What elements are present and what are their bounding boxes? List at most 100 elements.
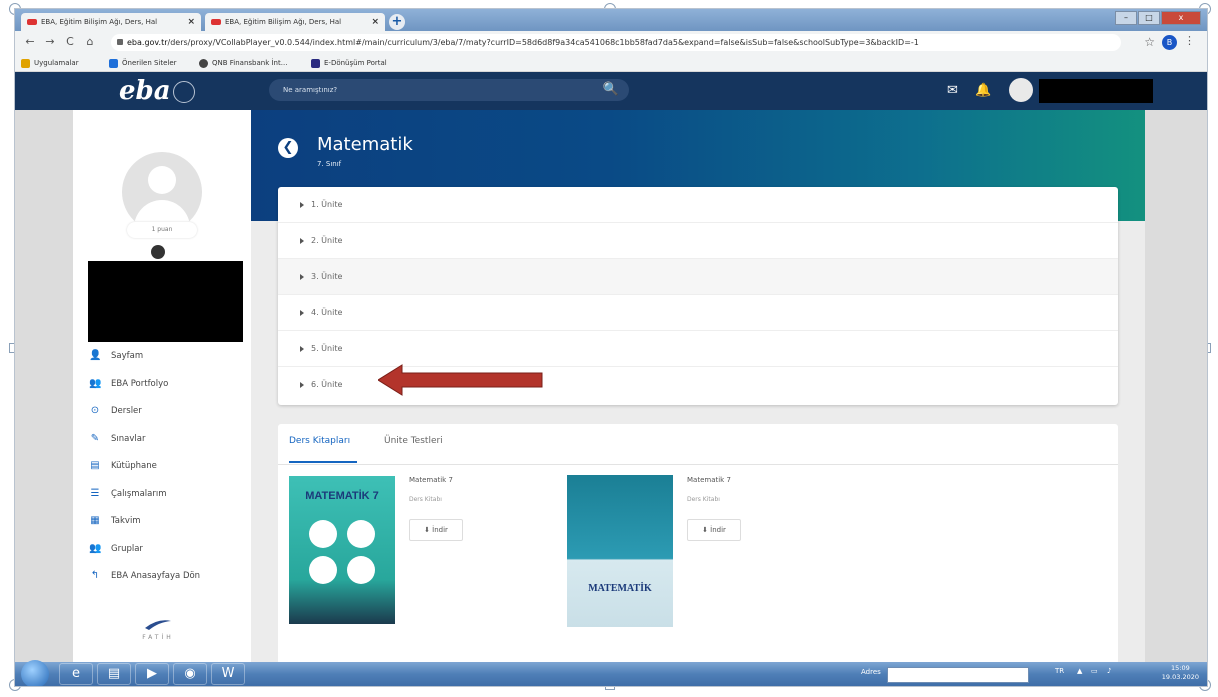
- sidebar-item-dersler[interactable]: ⊙ Dersler: [89, 402, 249, 430]
- tab-unite-testleri[interactable]: Ünite Testleri: [384, 436, 443, 446]
- sidebar-item-gruplar[interactable]: 👥 Gruplar: [89, 540, 249, 568]
- new-tab-button[interactable]: +: [389, 14, 405, 30]
- reload-icon[interactable]: C: [63, 35, 77, 48]
- e-donusum-icon: [311, 58, 320, 68]
- search-placeholder: Ne aramıştınız?: [283, 86, 338, 94]
- fatih-swoosh-icon: [145, 620, 171, 630]
- level-badge-icon: [151, 245, 165, 259]
- redacted-username: [1039, 79, 1153, 103]
- windows-taskbar: e ▤ ▶ ◉ W Adres TR ▲ ▭ ♪ 15:09 19.03.202…: [15, 660, 1207, 686]
- tab-title: EBA, Eğitim Bilişim Ağı, Ders, Hal: [41, 18, 158, 26]
- unit-item-3[interactable]: 3. Ünite: [278, 259, 1118, 295]
- unit-item-2[interactable]: 2. Ünite: [278, 223, 1118, 259]
- download-button[interactable]: ⬇ İndir: [409, 519, 463, 541]
- home-icon[interactable]: ⌂: [83, 35, 97, 48]
- unit-label: 5. Ünite: [311, 344, 343, 353]
- book-type: Ders Kitabı: [409, 496, 442, 503]
- search-input[interactable]: Ne aramıştınız? 🔍: [269, 79, 629, 101]
- active-tab-indicator: [289, 461, 357, 463]
- cover-shape: [347, 556, 375, 584]
- bookmark-star-icon[interactable]: ☆: [1144, 35, 1155, 49]
- sidebar-item-sayfam[interactable]: 👤 Sayfam: [89, 347, 249, 375]
- sidebar-item-calismalarim[interactable]: ☰ Çalışmalarım: [89, 485, 249, 513]
- unit-item-5[interactable]: 5. Ünite: [278, 331, 1118, 367]
- close-window-button[interactable]: x: [1161, 11, 1201, 25]
- mail-icon[interactable]: ✉: [947, 83, 958, 98]
- cover-title: MATEMATİK 7: [305, 490, 379, 502]
- close-tab-icon[interactable]: ×: [187, 13, 195, 31]
- bookmark-suggested-sites[interactable]: Önerilen Siteler: [109, 55, 177, 71]
- cover-shape: [347, 520, 375, 548]
- calendar-icon: ▦: [90, 515, 100, 526]
- address-toolbar-input[interactable]: [887, 667, 1029, 683]
- unit-item-4[interactable]: 4. Ünite: [278, 295, 1118, 331]
- caret-right-icon: [300, 345, 304, 352]
- download-label: İndir: [432, 526, 448, 534]
- url-input[interactable]: eba.gov.tr/ders/proxy/VCollabPlayer_v0.0…: [111, 34, 1121, 51]
- annotation-arrow-icon: [378, 364, 543, 396]
- back-button[interactable]: ❮: [278, 138, 298, 158]
- forward-icon[interactable]: →: [43, 35, 57, 48]
- caret-right-icon: [300, 237, 304, 244]
- sidebar-item-portfolyo[interactable]: 👥 EBA Portfolyo: [89, 375, 249, 403]
- bookmark-apps[interactable]: Uygulamalar: [21, 55, 79, 71]
- language-indicator[interactable]: TR: [1055, 667, 1064, 675]
- caret-right-icon: [300, 309, 304, 316]
- sidebar-item-sinavlar[interactable]: ✎ Sınavlar: [89, 430, 249, 458]
- tab-ders-kitaplari[interactable]: Ders Kitapları: [289, 436, 350, 446]
- caret-right-icon: [300, 381, 304, 388]
- browser-menu-icon[interactable]: ⋮: [1184, 34, 1195, 47]
- maximize-button[interactable]: □: [1138, 11, 1160, 25]
- internet-explorer-icon[interactable]: e: [59, 663, 93, 685]
- browser-tab-1[interactable]: EBA, Eğitim Bilişim Ağı, Ders, Hal ×: [21, 13, 201, 31]
- notification-bell-icon[interactable]: 🔔: [975, 83, 991, 98]
- eba-logo[interactable]: eba: [119, 76, 171, 106]
- sidebar-menu: 👤 Sayfam 👥 EBA Portfolyo ⊙ Dersler ✎ Sınavla…: [89, 347, 249, 595]
- bookmark-label: Önerilen Siteler: [122, 59, 177, 67]
- sidebar-item-takvim[interactable]: ▦ Takvim: [89, 512, 249, 540]
- chrome-icon[interactable]: ◉: [173, 663, 207, 685]
- page-title: Matematik: [317, 134, 413, 155]
- person-icon: 👤: [89, 350, 102, 361]
- bookmark-e-donusum[interactable]: E-Dönüşüm Portal: [311, 55, 387, 71]
- qnb-icon: [199, 58, 208, 68]
- caret-right-icon: [300, 273, 304, 280]
- close-tab-icon[interactable]: ×: [371, 13, 379, 31]
- sidebar-item-label: Takvim: [111, 516, 141, 526]
- book-cover-1[interactable]: MATEMATİK 7: [289, 476, 395, 624]
- unit-label: 2. Ünite: [311, 236, 343, 245]
- bookmark-label: QNB Finansbank İnt...: [212, 59, 288, 67]
- cover-shape: [309, 556, 337, 584]
- system-clock[interactable]: 15:09 19.03.2020: [1162, 664, 1199, 682]
- unit-label: 6. Ünite: [311, 380, 343, 389]
- minimize-button[interactable]: –: [1115, 11, 1137, 25]
- address-toolbar-label: Adres: [861, 668, 881, 676]
- word-icon[interactable]: W: [211, 663, 245, 685]
- sidebar-item-label: Sınavlar: [111, 433, 146, 444]
- pencil-icon: ✎: [90, 432, 100, 444]
- media-player-icon[interactable]: ▶: [135, 663, 169, 685]
- unit-label: 3. Ünite: [311, 272, 343, 281]
- search-icon[interactable]: 🔍: [603, 79, 619, 101]
- library-icon: ▤: [90, 460, 100, 471]
- emblem-icon: [173, 81, 195, 103]
- start-button[interactable]: [21, 660, 49, 686]
- volume-icon[interactable]: ♪: [1107, 667, 1111, 675]
- url-domain: eba.gov.tr: [127, 38, 168, 47]
- back-icon[interactable]: ←: [23, 35, 37, 48]
- tray-arrow-icon[interactable]: ▲: [1077, 667, 1082, 675]
- eba-favicon-icon: [27, 19, 37, 25]
- download-button[interactable]: ⬇ İndir: [687, 519, 741, 541]
- book-cover-2[interactable]: MATEMATİK: [567, 475, 673, 627]
- bookmark-qnb[interactable]: QNB Finansbank İnt...: [199, 55, 287, 71]
- sidebar-item-eba-anasayfa[interactable]: ↰ EBA Anasayfaya Dön: [89, 567, 249, 595]
- browser-tab-2[interactable]: EBA, Eğitim Bilişim Ağı, Ders, Hal ×: [205, 13, 385, 31]
- sidebar-item-kutuphane[interactable]: ▤ Kütüphane: [89, 457, 249, 485]
- network-icon[interactable]: ▭: [1091, 667, 1098, 675]
- suggested-sites-icon: [109, 58, 118, 68]
- profile-avatar[interactable]: B: [1162, 35, 1177, 50]
- page-margin-left: [15, 110, 73, 662]
- unit-item-1[interactable]: 1. Ünite: [278, 187, 1118, 223]
- file-explorer-icon[interactable]: ▤: [97, 663, 131, 685]
- user-avatar[interactable]: [1009, 78, 1033, 102]
